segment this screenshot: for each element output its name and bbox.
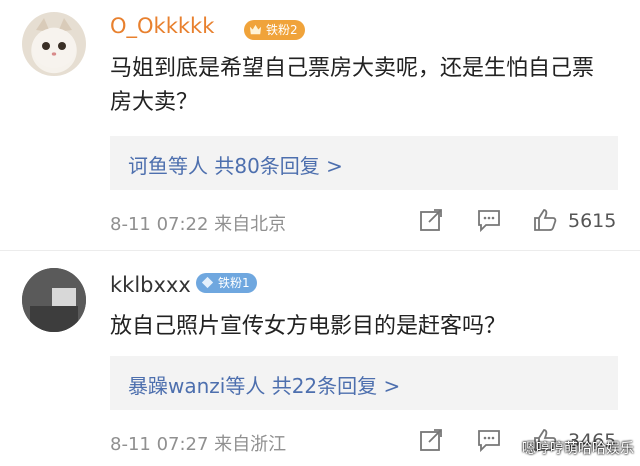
comment-meta: 8-11 07:22 来自北京	[110, 214, 287, 235]
comment-meta: 8-11 07:27 来自浙江	[110, 434, 287, 455]
replies-box[interactable]: 诃鱼等人 共80条回复 >	[110, 136, 618, 190]
like-count: 5615	[568, 210, 617, 232]
share-icon[interactable]	[418, 207, 444, 233]
comment-item: O_Okkkkk 铁粉2 马姐到底是希望自己票房大卖呢，还是生怕自己票房大卖？ …	[0, 0, 640, 250]
diamond-icon	[201, 276, 214, 289]
comment-icon[interactable]	[476, 207, 502, 233]
replies-link[interactable]: 诃鱼等人 共80条回复 >	[128, 150, 343, 179]
badge-label: 铁粉1	[218, 276, 250, 290]
crown-icon	[249, 24, 262, 35]
badge-label: 铁粉2	[266, 23, 298, 37]
fan-badge[interactable]: 铁粉1	[196, 273, 257, 293]
comment-text: 马姐到底是希望自己票房大卖呢，还是生怕自己票房大卖？	[110, 56, 595, 115]
comment-item: kklbxxx 铁粉1 放自己照片宣传女方电影目的是赶客吗？ 暴躁wanzi等人…	[0, 250, 640, 466]
username[interactable]: O_Okkkkk	[110, 14, 214, 38]
avatar[interactable]	[22, 12, 86, 76]
replies-box[interactable]: 暴躁wanzi等人 共22条回复 >	[110, 356, 618, 410]
replies-link[interactable]: 暴躁wanzi等人 共22条回复 >	[128, 370, 400, 399]
cat-avatar-icon	[32, 18, 76, 68]
comment-text: 放自己照片宣传女方电影目的是赶客吗？	[110, 314, 507, 339]
watermark: 嗯哼哼萌哈哈娱乐	[522, 441, 634, 457]
share-icon[interactable]	[418, 427, 444, 453]
comment-icon[interactable]	[476, 427, 502, 453]
like-icon[interactable]	[532, 207, 558, 233]
avatar[interactable]	[22, 268, 86, 332]
photo-avatar-icon	[22, 268, 86, 332]
username[interactable]: kklbxxx	[110, 273, 191, 297]
fan-badge[interactable]: 铁粉2	[244, 20, 305, 40]
